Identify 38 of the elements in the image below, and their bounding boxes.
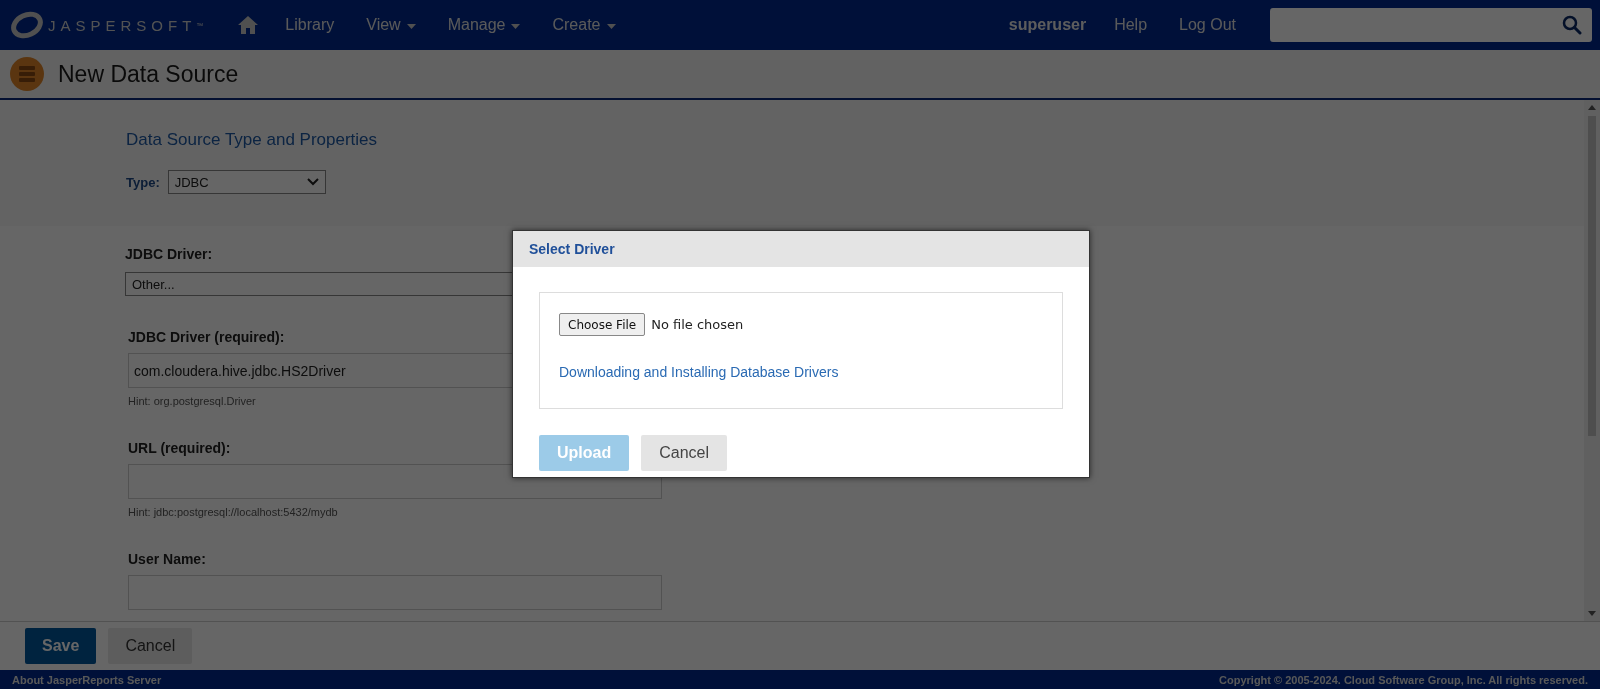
search-field[interactable]: [1270, 8, 1592, 42]
type-dropdown[interactable]: JDBC: [167, 170, 326, 194]
choose-file-button[interactable]: Choose File: [559, 313, 646, 336]
field-label: JDBC Driver:: [125, 246, 213, 262]
field-label: JDBC Driver (required):: [128, 329, 285, 345]
ring-logo-icon: [10, 10, 44, 40]
about-link[interactable]: About JasperReports Server: [12, 673, 162, 686]
header-link[interactable]: Help: [1114, 16, 1148, 34]
home-icon[interactable]: [237, 15, 260, 35]
page-title: New Data Source: [58, 60, 239, 88]
copyright-text: Copyright © 2005-2024. Cloud Software Group, Inc. All rights reserved.: [1219, 673, 1588, 686]
caret-icon[interactable]: [606, 24, 616, 29]
section-title: Data Source Type and Properties: [126, 130, 378, 150]
file-status-text: No file chosen: [651, 317, 744, 332]
nav-menu[interactable]: View: [366, 16, 416, 34]
nav-link[interactable]: Library: [285, 16, 335, 34]
cancel-button[interactable]: Cancel: [108, 628, 193, 664]
caret-icon[interactable]: [511, 24, 521, 29]
hint-text: Hint: org.postgresql.Driver: [128, 395, 256, 407]
logo-text: JASPERSOFT: [48, 16, 197, 34]
nav-menu[interactable]: Manage: [447, 16, 521, 34]
search-icon[interactable]: [1562, 15, 1582, 35]
username-label: superuser: [1008, 16, 1087, 34]
field-label: User Name:: [128, 551, 206, 567]
save-button[interactable]: Save: [25, 628, 97, 664]
down-arrow-icon[interactable]: [1588, 611, 1596, 616]
scrollbar[interactable]: [1584, 100, 1600, 621]
cancel-button[interactable]: Cancel: [641, 435, 728, 471]
caret-icon[interactable]: [406, 24, 416, 29]
field-label: URL (required):: [128, 440, 231, 456]
header-link[interactable]: Log Out: [1179, 16, 1236, 34]
nav-menu[interactable]: Create: [552, 16, 616, 34]
hint-text: Hint: jdbc:postgresql://localhost:5432/mydb: [128, 506, 338, 518]
chevron-icon: [306, 178, 319, 186]
up-arrow-icon[interactable]: [1588, 105, 1596, 110]
dialog-title: Select Driver: [529, 241, 615, 257]
type-label: Type:: [126, 174, 160, 190]
database-icon: [10, 57, 44, 91]
